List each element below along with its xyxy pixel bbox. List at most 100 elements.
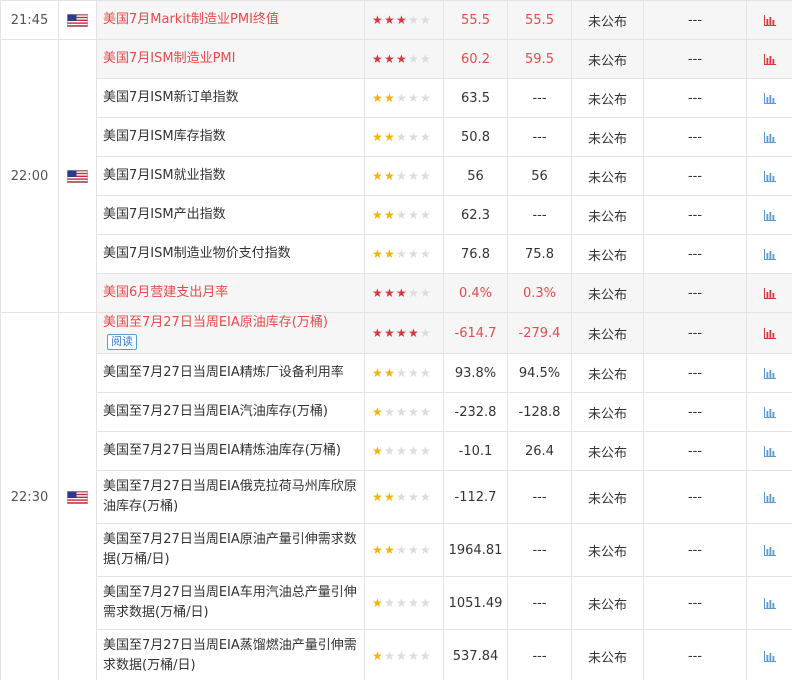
event-name[interactable]: 美国至7月27日当周EIA车用汽油总产量引伸需求数据(万桶/日) <box>103 585 357 620</box>
bar-chart-icon[interactable] <box>763 169 776 184</box>
impact-value: --- <box>643 431 747 471</box>
table-row: 美国7月ISM制造业物价支付指数 ★★★★★ 76.8 75.8 未公布 --- <box>1 234 792 274</box>
star-icon: ★ <box>384 90 395 105</box>
actual-value: 未公布 <box>571 312 644 354</box>
previous-value: -614.7 <box>443 312 508 354</box>
previous-value: 537.84 <box>443 629 508 680</box>
actual-value: 未公布 <box>571 392 644 432</box>
table-row: 美国7月ISM库存指数 ★★★★★ 50.8 --- 未公布 --- <box>1 117 792 157</box>
actual-value: 未公布 <box>571 431 644 471</box>
importance-stars: ★★★★★ <box>364 78 444 118</box>
actual-value: 未公布 <box>571 195 644 235</box>
event-time: 22:30 <box>0 312 59 680</box>
actual-value: 未公布 <box>571 470 644 524</box>
bar-chart-icon[interactable] <box>763 326 776 341</box>
bar-chart-icon[interactable] <box>763 52 776 67</box>
event-name[interactable]: 美国至7月27日当周EIA原油库存(万桶) <box>103 315 328 330</box>
impact-value: --- <box>643 629 747 680</box>
star-icon: ★ <box>408 404 419 419</box>
star-icon: ★ <box>408 168 419 183</box>
chart-cell <box>746 78 792 118</box>
importance-stars: ★★★★★ <box>364 273 444 313</box>
star-icon: ★ <box>384 246 395 261</box>
star-icon: ★ <box>396 168 407 183</box>
bar-chart-icon[interactable] <box>763 13 776 28</box>
star-icon: ★ <box>372 443 383 458</box>
read-button[interactable]: 阅读 <box>107 334 137 350</box>
actual-value: 未公布 <box>571 117 644 157</box>
event-name[interactable]: 美国至7月27日当周EIA汽油库存(万桶) <box>103 404 328 419</box>
event-name[interactable]: 美国7月ISM库存指数 <box>103 129 226 144</box>
event-name-cell: 美国至7月27日当周EIA原油产量引伸需求数据(万桶/日) <box>96 523 365 577</box>
bar-chart-icon[interactable] <box>763 91 776 106</box>
country-flag-cell <box>58 0 97 40</box>
importance-stars: ★★★★★ <box>364 576 444 630</box>
actual-value: 未公布 <box>571 234 644 274</box>
event-name[interactable]: 美国至7月27日当周EIA蒸馏燃油产量引伸需求数据(万桶/日) <box>103 638 357 673</box>
event-name[interactable]: 美国7月Markit制造业PMI终值 <box>103 12 279 27</box>
event-name[interactable]: 美国7月ISM就业指数 <box>103 168 226 183</box>
previous-value: 0.4% <box>443 273 508 313</box>
forecast-value: 26.4 <box>507 431 572 471</box>
chart-cell <box>746 431 792 471</box>
star-icon: ★ <box>396 285 407 300</box>
event-name[interactable]: 美国7月ISM制造业物价支付指数 <box>103 246 291 261</box>
forecast-value: --- <box>507 470 572 524</box>
bar-chart-icon[interactable] <box>763 596 776 611</box>
event-name[interactable]: 美国7月ISM新订单指数 <box>103 90 239 105</box>
actual-value: 未公布 <box>571 523 644 577</box>
bar-chart-icon[interactable] <box>763 405 776 420</box>
star-icon: ★ <box>372 404 383 419</box>
actual-value: 未公布 <box>571 353 644 393</box>
event-name[interactable]: 美国至7月27日当周EIA俄克拉荷马州库欣原油库存(万桶) <box>103 479 357 514</box>
impact-value: --- <box>643 234 747 274</box>
star-icon: ★ <box>420 207 431 222</box>
star-icon: ★ <box>420 365 431 380</box>
forecast-value: 56 <box>507 156 572 196</box>
star-icon: ★ <box>408 542 419 557</box>
star-icon: ★ <box>396 207 407 222</box>
event-name[interactable]: 美国至7月27日当周EIA原油产量引伸需求数据(万桶/日) <box>103 532 357 567</box>
bar-chart-icon[interactable] <box>763 130 776 145</box>
star-icon: ★ <box>420 404 431 419</box>
importance-stars: ★★★★★ <box>364 629 444 680</box>
star-icon: ★ <box>408 207 419 222</box>
bar-chart-icon[interactable] <box>763 208 776 223</box>
star-icon: ★ <box>384 168 395 183</box>
event-name[interactable]: 美国7月ISM制造业PMI <box>103 51 235 66</box>
bar-chart-icon[interactable] <box>763 444 776 459</box>
impact-value: --- <box>643 576 747 630</box>
star-icon: ★ <box>408 489 419 504</box>
star-icon: ★ <box>384 207 395 222</box>
event-name[interactable]: 美国7月ISM产出指数 <box>103 207 226 222</box>
star-icon: ★ <box>396 404 407 419</box>
star-icon: ★ <box>384 365 395 380</box>
chart-cell <box>746 312 792 354</box>
table-row: 21:45 美国7月Markit制造业PMI终值 ★★★★★ 55.5 55.5 未公布 -… <box>0 0 792 40</box>
table-row: 美国6月营建支出月率 ★★★★★ 0.4% 0.3% 未公布 --- <box>1 273 792 313</box>
importance-stars: ★★★★★ <box>364 156 444 196</box>
event-name-cell: 美国至7月27日当周EIA蒸馏燃油产量引伸需求数据(万桶/日) <box>96 629 365 680</box>
event-name[interactable]: 美国6月营建支出月率 <box>103 285 228 300</box>
importance-stars: ★★★★★ <box>364 195 444 235</box>
bar-chart-icon[interactable] <box>763 286 776 301</box>
bar-chart-icon[interactable] <box>763 543 776 558</box>
bar-chart-icon[interactable] <box>763 366 776 381</box>
table-row: 22:30 美国至7月27日当周EIA原油库存(万桶)阅读 ★★★★★ -614.7-… <box>0 312 792 680</box>
event-name-cell: 美国6月营建支出月率 <box>96 273 365 313</box>
star-icon: ★ <box>372 90 383 105</box>
star-icon: ★ <box>420 12 431 27</box>
bar-chart-icon[interactable] <box>763 649 776 664</box>
bar-chart-icon[interactable] <box>763 490 776 505</box>
chart-cell <box>746 576 792 630</box>
chart-cell <box>746 353 792 393</box>
chart-cell <box>746 39 792 79</box>
star-icon: ★ <box>408 129 419 144</box>
bar-chart-icon[interactable] <box>763 247 776 262</box>
previous-value: 76.8 <box>443 234 508 274</box>
importance-stars: ★★★★★ <box>364 523 444 577</box>
forecast-value: 75.8 <box>507 234 572 274</box>
event-name[interactable]: 美国至7月27日当周EIA精炼油库存(万桶) <box>103 443 341 458</box>
event-name[interactable]: 美国至7月27日当周EIA精炼厂设备利用率 <box>103 365 344 380</box>
table-row: 美国至7月27日当周EIA精炼厂设备利用率 ★★★★★ 93.8% 94.5% 未公布 -… <box>1 353 792 393</box>
